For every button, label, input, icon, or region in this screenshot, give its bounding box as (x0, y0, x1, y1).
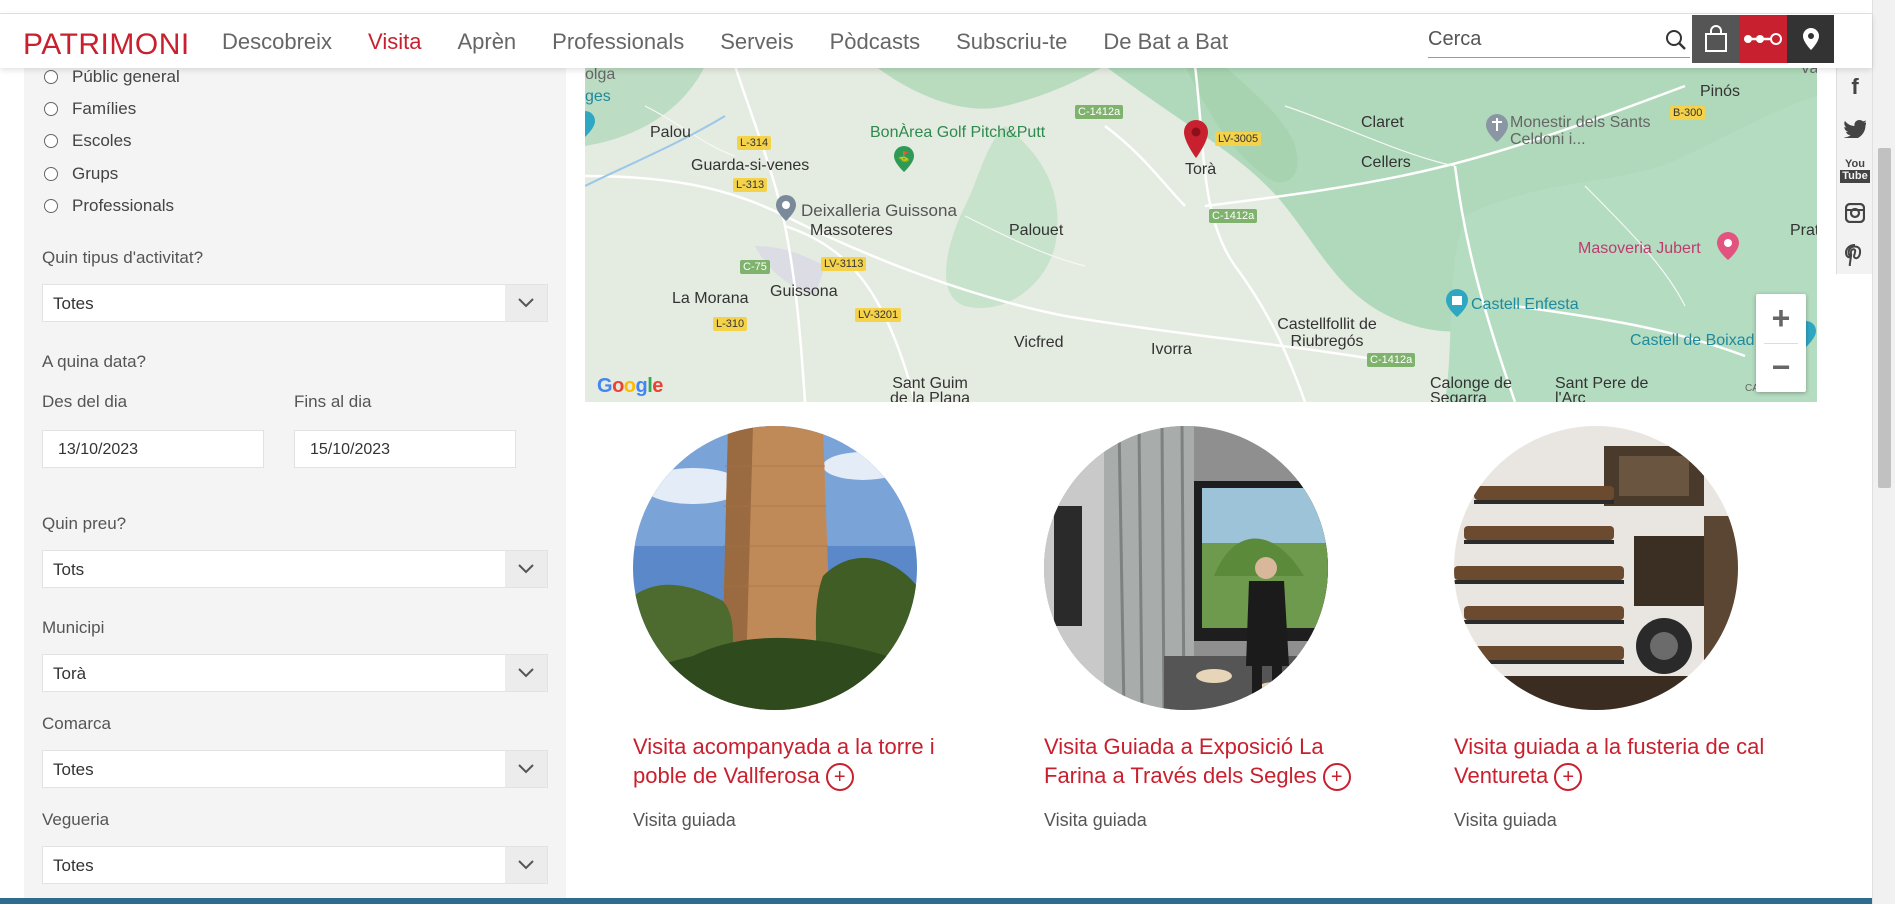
top-strip (0, 0, 1872, 14)
poi-icon[interactable] (585, 110, 599, 138)
route-icon (1744, 33, 1782, 45)
municipi-select[interactable]: Torà (42, 654, 548, 692)
nav-serveis[interactable]: Serveis (720, 29, 793, 55)
logo[interactable]: PATRIMONI (23, 28, 190, 62)
social-bar: f You Tube (1836, 66, 1872, 274)
page-scrollbar[interactable] (1872, 0, 1895, 904)
date-from-input[interactable]: 13/10/2023 (42, 430, 264, 468)
date-to-input[interactable]: 15/10/2023 (294, 430, 516, 468)
restaurant-poi-icon[interactable] (1716, 231, 1740, 261)
google-logo: Google (597, 375, 663, 397)
filter-sidebar: Públic general Famílies Escoles Grups Pr… (24, 66, 566, 898)
footer-strip (0, 898, 1872, 904)
comarca-label: Comarca (42, 714, 111, 733)
route-button[interactable] (1739, 15, 1787, 63)
map-marker-icon[interactable] (1183, 119, 1209, 159)
activity-label: Quin tipus d'activitat? (42, 248, 204, 267)
plus-icon[interactable]: + (1554, 763, 1583, 792)
card-type: Visita guiada (1454, 810, 1557, 830)
date-label: A quina data? (42, 352, 146, 371)
radio-professionals[interactable]: Professionals (44, 196, 174, 216)
map-view[interactable]: olga ges Palou Guarda-si-venes BonÀrea G… (585, 66, 1817, 402)
plus-icon[interactable]: + (1322, 763, 1351, 792)
nav-apren[interactable]: Aprèn (457, 29, 516, 55)
golf-poi-icon[interactable]: ⛳ (893, 145, 915, 173)
card-image[interactable] (633, 426, 917, 710)
chevron-down-icon (505, 285, 547, 321)
radio-publicgeneral[interactable]: Públic general (44, 67, 180, 87)
card-image[interactable] (1454, 426, 1738, 710)
card-image[interactable] (1044, 426, 1328, 710)
zoom-in-button[interactable]: + (1756, 294, 1806, 343)
search-input[interactable] (1428, 24, 1648, 54)
chevron-down-icon (505, 551, 547, 587)
price-select[interactable]: Tots (42, 550, 548, 588)
instagram-icon[interactable] (1837, 192, 1873, 234)
nav-podcasts[interactable]: Pòdcasts (830, 29, 921, 55)
location-button[interactable] (1787, 15, 1834, 63)
radio-button[interactable] (44, 102, 58, 116)
scrollbar-thumb[interactable] (1878, 148, 1891, 488)
nav-visita[interactable]: Visita (368, 29, 421, 55)
pinterest-icon[interactable] (1837, 234, 1873, 276)
map-zoom-controls: + − (1756, 294, 1806, 392)
card-title[interactable]: Visita Guiada a Exposició La Farina a Tr… (1044, 732, 1374, 792)
card-title[interactable]: Visita acompanyada a la torre i poble de… (633, 732, 963, 792)
vegueria-label: Vegueria (42, 810, 110, 829)
location-pin-icon (1802, 28, 1819, 50)
plus-icon[interactable]: + (825, 763, 854, 792)
radio-escoles[interactable]: Escoles (44, 131, 132, 151)
search-box (1428, 24, 1690, 58)
nav-subscriu[interactable]: Subscriu-te (956, 29, 1067, 55)
radio-button[interactable] (44, 167, 58, 181)
municipi-label: Municipi (42, 618, 105, 637)
chevron-down-icon (505, 847, 547, 883)
radio-grups[interactable]: Grups (44, 164, 118, 184)
nav-debatabat[interactable]: De Bat a Bat (1103, 29, 1228, 55)
radio-families[interactable]: Famílies (44, 99, 136, 119)
twitter-icon[interactable] (1837, 108, 1873, 150)
site-header: PATRIMONI Descobreix Visita Aprèn Profes… (0, 14, 1872, 68)
church-poi-icon[interactable] (1485, 113, 1509, 143)
radio-button[interactable] (44, 70, 58, 84)
comarca-select[interactable]: Totes (42, 750, 548, 788)
radio-button[interactable] (44, 199, 58, 213)
nav-professionals[interactable]: Professionals (552, 29, 684, 55)
nav-descobreix[interactable]: Descobreix (222, 29, 332, 55)
card-title[interactable]: Visita guiada a la fusteria de cal Ventu… (1454, 732, 1784, 792)
castle-poi-icon[interactable] (1445, 288, 1469, 318)
activity-select[interactable]: Totes (42, 284, 548, 322)
recycling-poi-icon[interactable] (775, 194, 797, 222)
card-type: Visita guiada (1044, 810, 1147, 830)
svg-text:⛳: ⛳ (898, 150, 910, 163)
zoom-out-button[interactable]: − (1756, 343, 1806, 392)
youtube-icon[interactable]: You Tube (1837, 150, 1873, 192)
to-label: Fins al dia (294, 392, 372, 411)
chevron-down-icon (505, 751, 547, 787)
cart-button[interactable] (1692, 15, 1739, 63)
chevron-down-icon (505, 655, 547, 691)
bag-icon (1704, 25, 1727, 52)
radio-button[interactable] (44, 134, 58, 148)
main-nav: Descobreix Visita Aprèn Professionals Se… (222, 29, 1264, 55)
vegueria-select[interactable]: Totes (42, 846, 548, 884)
facebook-icon[interactable]: f (1837, 66, 1873, 108)
search-icon[interactable] (1664, 28, 1688, 52)
from-label: Des del dia (42, 392, 128, 411)
price-label: Quin preu? (42, 514, 127, 533)
card-type: Visita guiada (633, 810, 736, 830)
